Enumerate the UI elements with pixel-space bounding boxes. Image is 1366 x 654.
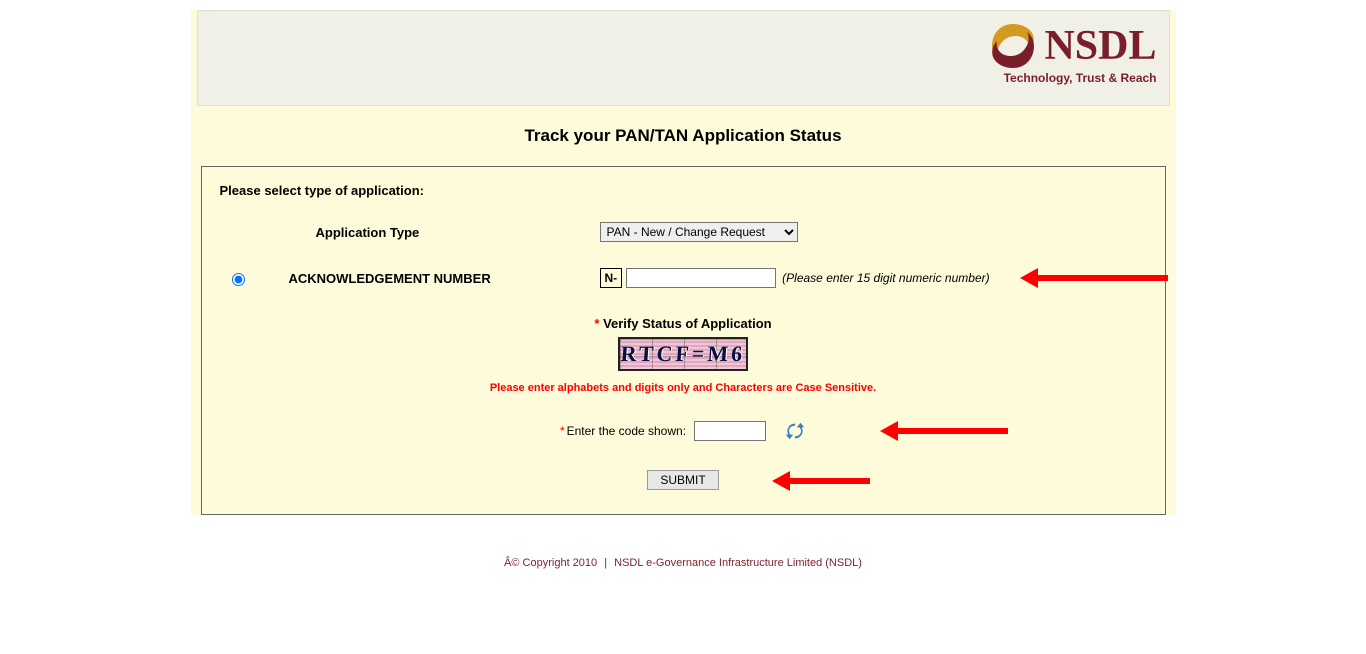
enter-code-label: Enter the code shown: [567, 424, 686, 438]
form-panel: Please select type of application: Appli… [201, 166, 1166, 515]
application-type-select[interactable]: PAN - New / Change Request [600, 222, 798, 242]
ack-prefix: N- [600, 268, 623, 288]
captcha-warning: Please enter alphabets and digits only a… [220, 382, 1147, 394]
brand-block: NSDL Technology, Trust & Reach [986, 19, 1156, 85]
ack-label: ACKNOWLEDGEMENT NUMBER [289, 271, 491, 286]
page-title: Track your PAN/TAN Application Status [191, 126, 1176, 146]
ack-number-input[interactable] [626, 268, 776, 288]
captcha-text: RTCF=M6 [619, 339, 747, 369]
annotation-arrow-icon [880, 421, 1008, 441]
annotation-arrow-icon [772, 471, 870, 491]
ack-hint: (Please enter 15 digit numeric number) [782, 271, 989, 285]
row-application-type: Application Type PAN - New / Change Requ… [220, 222, 1147, 242]
submit-row: SUBMIT [220, 470, 1147, 490]
captcha-refresh-button[interactable] [784, 420, 806, 442]
refresh-icon [784, 420, 806, 442]
application-type-label: Application Type [220, 225, 420, 240]
captcha-title-row: * Verify Status of Application [220, 316, 1147, 331]
form-instruction: Please select type of application: [220, 183, 1147, 198]
captcha-title: Verify Status of Application [603, 316, 772, 331]
submit-button[interactable]: SUBMIT [647, 470, 718, 490]
captcha-code-input[interactable] [694, 421, 766, 441]
brand-name: NSDL [1044, 25, 1156, 67]
header-bar: NSDL Technology, Trust & Reach [197, 10, 1170, 106]
footer-copyright: Â© Copyright 2010 [504, 557, 597, 569]
enter-code-row: * Enter the code shown: [220, 420, 1147, 442]
footer-org: NSDL e-Governance Infrastructure Limited… [614, 557, 862, 569]
brand-tagline: Technology, Trust & Reach [986, 71, 1156, 85]
app-container: NSDL Technology, Trust & Reach Track you… [191, 10, 1176, 515]
required-star-icon: * [594, 316, 599, 331]
ack-radio[interactable] [232, 273, 245, 286]
footer-separator: | [604, 557, 607, 569]
required-star-icon: * [560, 424, 565, 438]
captcha-section: * Verify Status of Application RTCF=M6 P… [220, 316, 1147, 490]
captcha-image: RTCF=M6 [618, 337, 748, 371]
footer: Â© Copyright 2010 | NSDL e-Governance In… [0, 545, 1366, 589]
row-ack-number: ACKNOWLEDGEMENT NUMBER N- (Please enter … [220, 268, 1147, 288]
brand-logo-icon [986, 19, 1040, 73]
